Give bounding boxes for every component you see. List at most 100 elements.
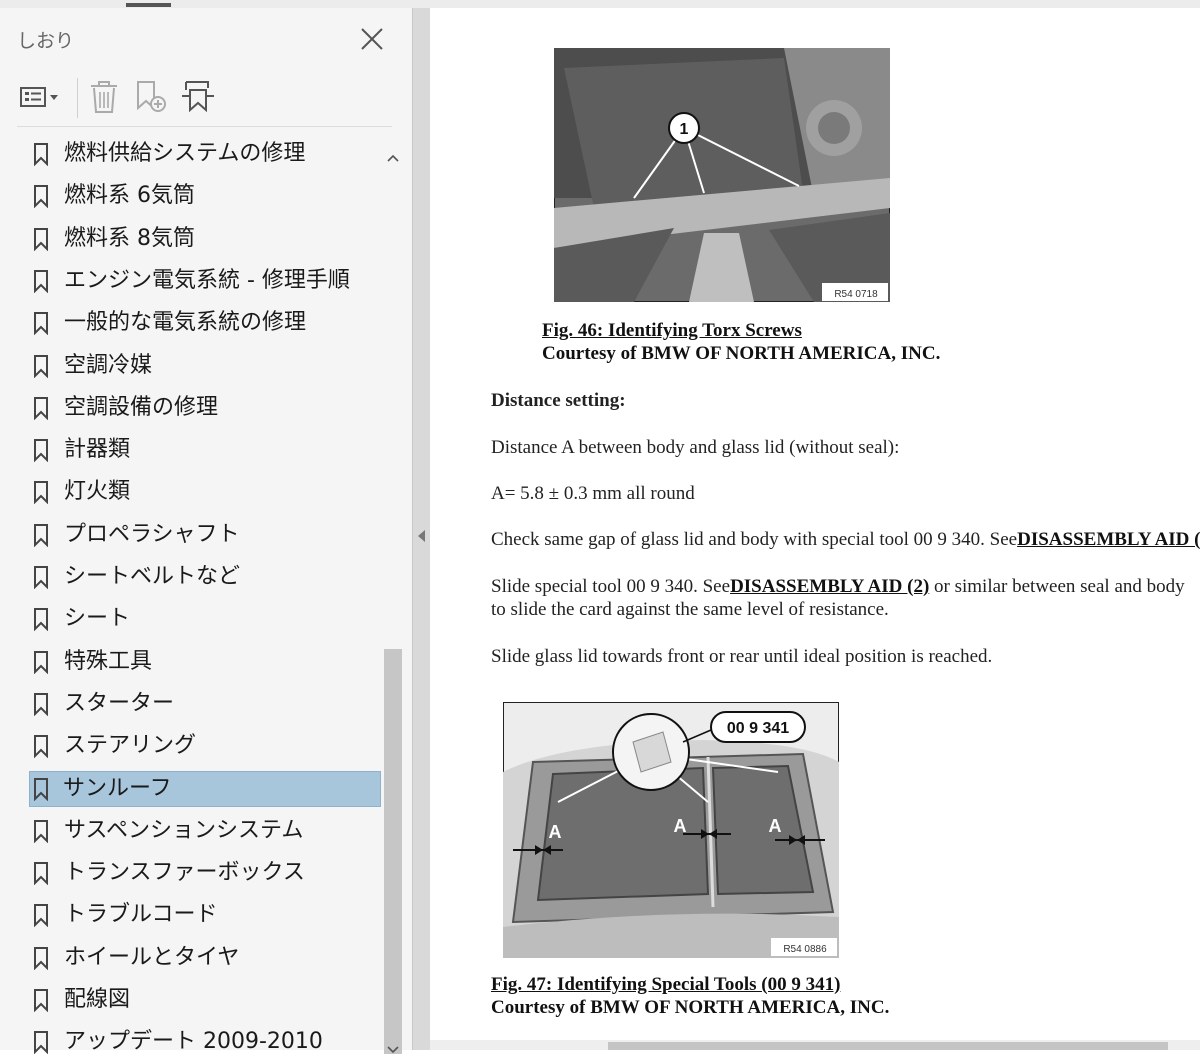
bookmark-item[interactable]: 特殊工具 — [30, 645, 380, 679]
bookmark-item[interactable]: 配線図 — [30, 983, 380, 1017]
bookmark-item[interactable]: シート — [30, 602, 380, 636]
bookmark-label: スターター — [64, 690, 175, 716]
bookmark-item[interactable]: エンジン電気系統 - 修理手順 — [30, 264, 380, 298]
bookmark-label: 空調設備の修理 — [64, 394, 219, 420]
bookmark-label: 特殊工具 — [64, 648, 153, 674]
bookmark-item[interactable]: 空調冷媒 — [30, 349, 380, 383]
figure-46-courtesy: Courtesy of BMW OF NORTH AMERICA, INC. — [542, 343, 941, 364]
bookmark-item[interactable]: トランスファーボックス — [30, 856, 380, 890]
tool-label: 00 9 341 — [727, 720, 789, 737]
bookmark-label: トラブルコード — [64, 902, 218, 928]
bookmark-item[interactable]: 空調設備の修理 — [30, 391, 380, 425]
disassembly-aid-link-2[interactable]: DISASSEMBLY AID (2) — [730, 576, 929, 597]
bookmark-item[interactable]: 一般的な電気系統の修理 — [30, 306, 380, 340]
collapse-panel-icon[interactable] — [417, 528, 426, 547]
bookmark-icon — [33, 946, 49, 971]
figure-46-code: R54 0718 — [834, 289, 878, 300]
bookmarks-panel: しおり 燃料供給システムの修理 燃料系 6気筒 燃料系 8気筒 エンジン電気系統… — [0, 8, 412, 1055]
paragraph-tolerance: A= 5.8 ± 0.3 mm all round — [491, 483, 695, 504]
bookmark-item[interactable]: 燃料供給システムの修理 — [30, 137, 380, 171]
paragraph-slide-tool-2: to slide the card against the same level… — [491, 599, 889, 620]
figure-47-code: R54 0886 — [783, 944, 827, 955]
horizontal-scrollbar-thumb[interactable] — [608, 1042, 1168, 1050]
bookmark-icon — [33, 480, 49, 505]
bookmark-icon — [33, 1030, 49, 1055]
bookmark-icon — [33, 692, 49, 717]
scrollbar-thumb[interactable] — [384, 649, 402, 1054]
figure-46-callout: 1 — [680, 121, 689, 138]
section-heading: Distance setting: — [491, 390, 626, 411]
bookmark-icon — [33, 438, 49, 463]
bookmark-item[interactable]: サスペンションシステム — [30, 814, 380, 848]
bookmark-item[interactable]: ステアリング — [30, 729, 380, 763]
bookmark-icon — [33, 354, 49, 378]
document-page: 1 R54 0718 Fig. 46: Identifying Torx Scr… — [430, 8, 1200, 1043]
bookmark-item[interactable]: プロペラシャフト — [30, 518, 380, 552]
bookmark-label: エンジン電気系統 - 修理手順 — [64, 267, 350, 293]
bookmark-label: アップデート 2009-2010 — [64, 1029, 323, 1055]
bookmark-item[interactable]: 灯火類 — [30, 475, 380, 509]
panel-divider — [17, 126, 392, 127]
bookmark-item[interactable]: 燃料系 6気筒 — [30, 179, 380, 213]
tag-bookmark-icon[interactable] — [178, 76, 218, 116]
bookmark-label: シート — [64, 606, 131, 632]
bookmark-label: 一般的な電気系統の修理 — [64, 310, 307, 336]
bookmark-icon — [33, 861, 49, 886]
paragraph-check-gap: Check same gap of glass lid and body wit… — [491, 529, 1200, 551]
bookmark-label: シートベルトなど — [64, 564, 241, 589]
bookmark-label: 空調冷媒 — [64, 352, 153, 378]
bookmark-icon — [33, 142, 49, 167]
bookmark-icon — [33, 311, 49, 336]
options-menu-icon[interactable] — [18, 76, 64, 116]
bookmark-item[interactable]: ホイールとタイヤ — [30, 941, 380, 975]
figure-47-courtesy: Courtesy of BMW OF NORTH AMERICA, INC. — [491, 997, 890, 1018]
bookmark-icon — [33, 734, 49, 759]
bookmark-label: サンルーフ — [63, 775, 172, 801]
figure-47-image: 00 9 341 A A A R54 0886 — [503, 702, 839, 958]
bookmark-label: 燃料供給システムの修理 — [64, 141, 306, 166]
active-tab-indicator — [126, 3, 171, 7]
scroll-up-icon[interactable] — [386, 148, 400, 167]
bookmark-label: サスペンションシステム — [64, 817, 304, 843]
delete-icon[interactable] — [86, 76, 122, 116]
bookmark-item[interactable]: トラブルコード — [30, 898, 380, 932]
bookmark-item[interactable]: 計器類 — [30, 433, 380, 467]
close-icon[interactable] — [355, 22, 389, 56]
bookmark-icon — [33, 396, 49, 421]
bookmark-label: ホイールとタイヤ — [64, 944, 240, 970]
new-bookmark-icon[interactable] — [132, 76, 172, 116]
bookmark-icon — [33, 819, 49, 844]
document-horizontal-scrollbar[interactable] — [430, 1040, 1200, 1050]
toolbar-separator — [77, 78, 78, 118]
bookmark-label: 配線図 — [64, 987, 131, 1012]
bookmark-item[interactable]: 燃料系 8気筒 — [30, 222, 380, 256]
figure-46-image: 1 R54 0718 — [554, 48, 890, 302]
bookmark-item[interactable]: シートベルトなど — [30, 560, 380, 594]
bookmark-list: 燃料供給システムの修理 燃料系 6気筒 燃料系 8気筒エンジン電気系統 - 修理手順… — [0, 134, 385, 1058]
bookmark-scrollbar[interactable] — [382, 134, 404, 1058]
bookmark-icon — [33, 988, 49, 1013]
disassembly-aid-link-1[interactable]: DISASSEMBLY AID (2) — [1017, 529, 1200, 550]
bookmark-icon — [33, 903, 49, 928]
bookmark-icon — [33, 777, 49, 801]
bookmark-label: トランスファーボックス — [64, 860, 305, 886]
panel-title: しおり — [17, 30, 75, 52]
paragraph-slide-lid: Slide glass lid towards front or rear un… — [491, 646, 993, 667]
bookmark-item[interactable]: アップデート 2009-2010 — [30, 1025, 380, 1058]
bookmark-label: 燃料系 6気筒 — [64, 183, 195, 209]
paragraph-distance: Distance A between body and glass lid (w… — [491, 437, 900, 458]
panel-splitter[interactable] — [412, 8, 430, 1050]
bookmark-item[interactable]: スターター — [30, 687, 380, 721]
figure-46-caption: Fig. 46: Identifying Torx Screws — [542, 320, 802, 341]
bookmark-label: ステアリング — [64, 733, 197, 759]
figure-47-caption: Fig. 47: Identifying Special Tools (00 9… — [491, 974, 841, 995]
bookmark-icon — [33, 607, 49, 632]
bookmark-icon — [33, 650, 49, 675]
bookmark-icon — [33, 523, 49, 548]
bookmarks-toolbar — [0, 72, 412, 127]
bookmark-label: 灯火類 — [64, 479, 131, 505]
bookmark-item[interactable]: サンルーフ — [29, 770, 381, 807]
bookmark-icon — [33, 227, 49, 252]
mark-a-right: A — [769, 816, 782, 836]
bookmark-label: 燃料系 8気筒 — [64, 225, 195, 251]
